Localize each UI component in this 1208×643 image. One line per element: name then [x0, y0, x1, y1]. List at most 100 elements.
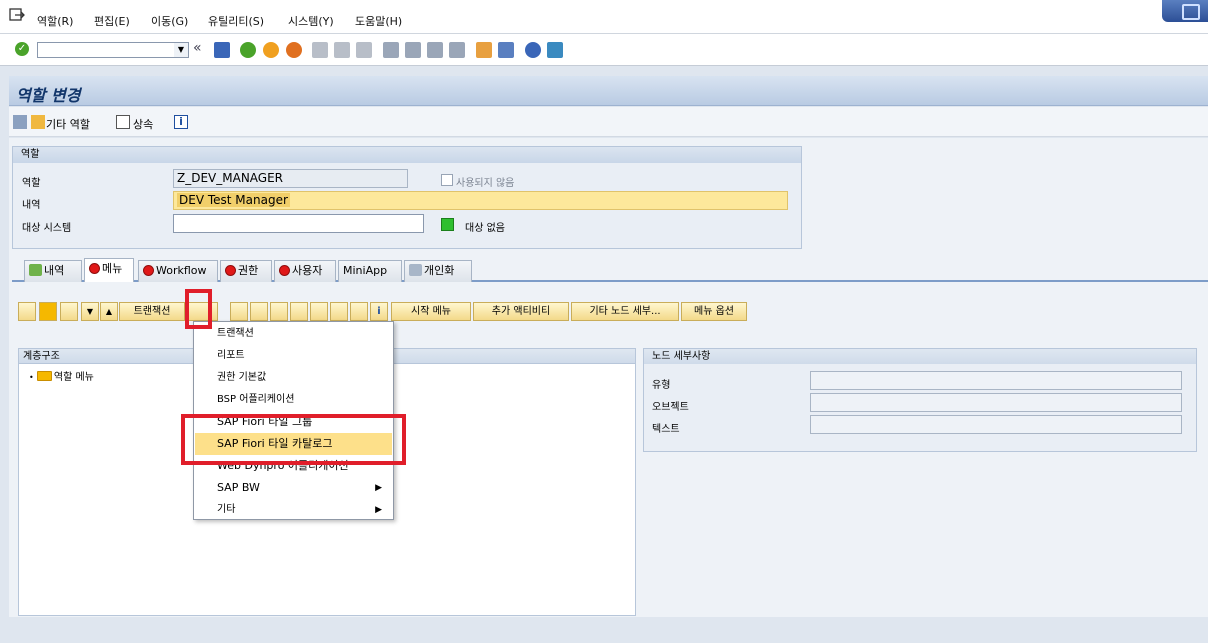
menu-item-sap-bw[interactable]: SAP BW ▶ [195, 477, 392, 499]
enter-icon[interactable]: ✓ [15, 42, 29, 56]
menu-item-label: 리포트 [217, 350, 245, 361]
tab-user[interactable]: 사용자 [274, 260, 336, 282]
start-menu-button[interactable]: 시작 메뉴 [391, 302, 471, 321]
back-icon[interactable] [240, 42, 256, 58]
inherit-icon[interactable] [116, 115, 130, 129]
description-value: DEV Test Manager [177, 193, 290, 207]
copy-icon[interactable] [290, 302, 308, 321]
delete-node-icon[interactable] [230, 302, 248, 321]
tab-label: Workflow [156, 264, 207, 277]
save-icon[interactable] [214, 42, 230, 58]
cancel-icon[interactable] [286, 42, 302, 58]
exit-icon[interactable] [263, 42, 279, 58]
menu-item-bsp[interactable]: BSP 어플리케이션 [195, 389, 392, 411]
menu-item-report[interactable]: 리포트 [195, 345, 392, 367]
submenu-arrow-icon: ▶ [375, 505, 382, 515]
find-next-icon[interactable] [356, 42, 372, 58]
display-change-icon[interactable] [13, 115, 27, 129]
tab-label: 메뉴 [102, 262, 123, 275]
title-bar: 역할 변경 [9, 76, 1208, 106]
red-status-icon [225, 265, 236, 276]
find-icon[interactable] [334, 42, 350, 58]
node-details-header: 노드 세부사항 [644, 349, 1196, 364]
unused-checkbox[interactable] [441, 174, 453, 186]
desc-label: 내역 [22, 200, 41, 211]
new-folder-icon[interactable] [39, 302, 57, 321]
object-label: 오브젝트 [652, 402, 689, 413]
move-up-icon[interactable]: ▲ [100, 302, 118, 321]
tree-expand-icon[interactable] [18, 302, 36, 321]
tab-miniapp[interactable]: MiniApp [338, 260, 402, 282]
tab-authorizations[interactable]: 권한 [220, 260, 272, 282]
other-role-button[interactable]: 기타 역할 [46, 116, 90, 132]
tab-description[interactable]: 내역 [24, 260, 82, 282]
menu-item-auth-default[interactable]: 권한 기본값 [195, 367, 392, 389]
new-session-icon[interactable] [476, 42, 492, 58]
highlight-fiori-catalog-box [181, 414, 406, 465]
zoom-icon[interactable] [310, 302, 328, 321]
menu-help[interactable]: 도움말(H) [355, 13, 402, 29]
node-details-panel: 노드 세부사항 유형 오브젝트 텍스트 [643, 348, 1197, 452]
other-role-icon[interactable] [31, 115, 45, 129]
status-green-icon [441, 218, 454, 231]
target-system-label: 대상 시스템 [22, 223, 72, 234]
system-menu-icon[interactable] [9, 8, 25, 22]
find-next-icon[interactable] [270, 302, 288, 321]
other-node-detail-button[interactable]: 기타 노드 세부... [571, 302, 679, 321]
personalization-tab-icon [409, 264, 422, 276]
tree-root-label: 역할 메뉴 [53, 372, 94, 383]
tree-root[interactable]: • 역할 메뉴 [29, 368, 94, 383]
tab-label: 권한 [238, 264, 259, 277]
bullet-icon: • [29, 373, 34, 382]
red-status-icon [279, 265, 290, 276]
move-down-icon[interactable]: ▼ [81, 302, 99, 321]
text-label: 텍스트 [652, 424, 680, 435]
transaction-button[interactable]: 트랜잭션 [119, 302, 185, 321]
menu-edit[interactable]: 편집(E) [94, 13, 130, 29]
menu-bar: 역할(R) 편집(E) 이동(G) 유틸리티(S) 시스템(Y) 도움말(H) [0, 0, 1208, 34]
tab-label: 개인화 [424, 264, 455, 277]
tab-menu[interactable]: 메뉴 [84, 258, 134, 282]
tab-label: 내역 [44, 264, 65, 277]
info-icon[interactable]: i [370, 302, 388, 321]
layout-menu-icon[interactable] [547, 42, 563, 58]
window-layout-button[interactable] [1162, 0, 1208, 22]
last-page-icon[interactable] [449, 42, 465, 58]
menu-options-button[interactable]: 메뉴 옵션 [681, 302, 747, 321]
find-icon[interactable] [250, 302, 268, 321]
menu-item-other[interactable]: 기타 ▶ [195, 499, 392, 521]
help-icon[interactable] [525, 42, 541, 58]
tab-label: 사용자 [292, 264, 323, 277]
shortcut-icon[interactable] [498, 42, 514, 58]
add-activity-button[interactable]: 추가 액티비티 [473, 302, 569, 321]
info-icon[interactable]: i [174, 115, 188, 129]
role-field: Z_DEV_MANAGER [173, 169, 408, 188]
chart-icon[interactable] [350, 302, 368, 321]
menu-role[interactable]: 역할(R) [37, 13, 73, 29]
object-field [810, 393, 1182, 412]
folder-save-icon[interactable] [60, 302, 78, 321]
next-page-icon[interactable] [427, 42, 443, 58]
print-icon[interactable] [330, 302, 348, 321]
first-page-icon[interactable] [383, 42, 399, 58]
tab-workflow[interactable]: Workflow [138, 260, 218, 282]
unused-label: 사용되지 않음 [456, 178, 515, 189]
red-status-icon [143, 265, 154, 276]
menu-item-transaction[interactable]: 트랜잭션 [195, 323, 392, 345]
tab-personalization[interactable]: 개인화 [404, 260, 472, 282]
collapse-command-icon[interactable]: « [193, 40, 202, 56]
menu-system[interactable]: 시스템(Y) [288, 13, 334, 29]
description-field[interactable]: DEV Test Manager [173, 191, 788, 210]
red-status-icon [89, 263, 100, 274]
inherit-button[interactable]: 상속 [133, 116, 153, 132]
print-icon[interactable] [312, 42, 328, 58]
prev-page-icon[interactable] [405, 42, 421, 58]
menu-item-label: 권한 기본값 [217, 372, 267, 383]
role-group-header: 역할 [13, 147, 801, 163]
menu-goto[interactable]: 이동(G) [151, 13, 188, 29]
target-system-field[interactable] [173, 214, 424, 233]
menu-item-label: SAP BW [217, 481, 260, 494]
command-field[interactable]: ▼ [37, 42, 189, 58]
chevron-down-icon[interactable]: ▼ [174, 43, 188, 57]
menu-utilities[interactable]: 유틸리티(S) [208, 13, 264, 29]
